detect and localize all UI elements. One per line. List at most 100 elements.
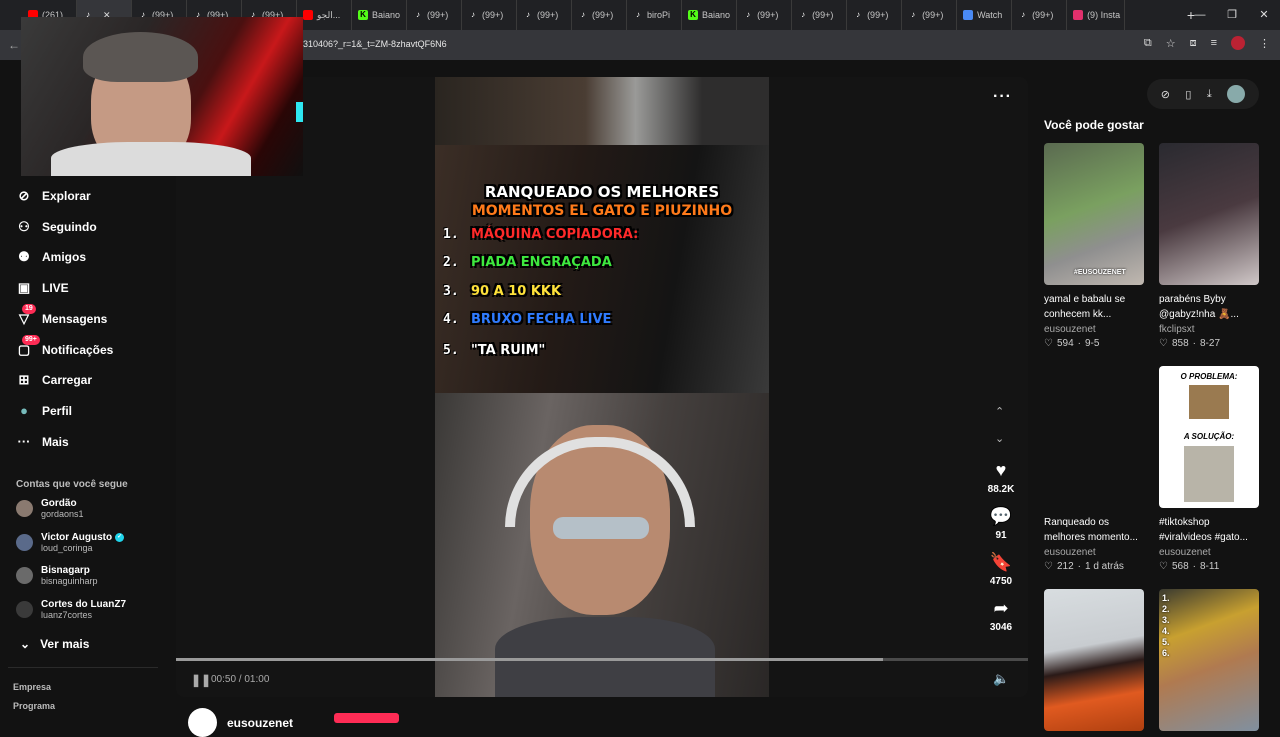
bookmark-star-icon[interactable]: ☆ bbox=[1166, 37, 1176, 50]
next-video-icon[interactable]: ⌄ bbox=[995, 432, 1004, 445]
recommended-video[interactable]: parabéns Byby @gabyz!nha 🧸... fkclipsxt ♡ 8… bbox=[1159, 143, 1259, 349]
sidebar-item-perfil[interactable]: ● Perfil bbox=[16, 403, 72, 419]
footer-link-programa[interactable]: Programa bbox=[13, 701, 55, 711]
recommended-video[interactable]: O PROBLEMA: A SOLUÇÃO: #tiktokshop #viralv… bbox=[1159, 366, 1259, 572]
video-frame[interactable]: RANQUEADO OS MELHORES MOMENTOS EL GATO E… bbox=[435, 77, 769, 697]
recommended-video[interactable]: #EUSOUZENET yamal e babalu se conhecem kk… bbox=[1044, 143, 1144, 349]
video-title[interactable]: parabéns Byby @gabyz!nha 🧸... bbox=[1159, 292, 1259, 322]
browser-tab[interactable]: ♪ (99+) bbox=[737, 0, 793, 30]
extensions-icon[interactable]: ⧈ bbox=[1190, 37, 1197, 50]
tiktok-icon: ♪ bbox=[416, 10, 421, 19]
video-thumbnail[interactable] bbox=[1044, 589, 1144, 731]
video-author[interactable]: eusouzenet bbox=[1044, 324, 1144, 335]
followed-account[interactable]: Gordão gordaons1 bbox=[16, 498, 84, 519]
browser-tab[interactable]: ♪ (99+) bbox=[517, 0, 573, 30]
sidebar-item-label: Notificações bbox=[42, 342, 114, 357]
recommended-video[interactable]: 1. 2. 3. 4. 5. 6. bbox=[1159, 589, 1259, 731]
tab-label: Baiano bbox=[372, 10, 401, 20]
browser-tab[interactable]: (9) Insta bbox=[1067, 0, 1126, 30]
author-avatar[interactable] bbox=[188, 708, 217, 737]
video-title[interactable]: yamal e babalu se conhecem kk... bbox=[1044, 292, 1144, 322]
follow-button[interactable] bbox=[334, 713, 399, 723]
install-app-icon[interactable]: ⧉ bbox=[1144, 37, 1152, 50]
tiktok-icon: ♪ bbox=[471, 10, 476, 19]
phone-icon[interactable]: ▯ bbox=[1185, 88, 1191, 101]
tab-label: (99+) bbox=[482, 10, 504, 20]
media-control-icon[interactable]: ≡ bbox=[1211, 37, 1217, 49]
like-count: 88.2K bbox=[987, 484, 1015, 495]
sidebar-item-mais[interactable]: ··· Mais bbox=[16, 434, 69, 450]
compass-icon[interactable]: ⊘ bbox=[1161, 88, 1170, 101]
sidebar-item-seguindo[interactable]: ⚇ Seguindo bbox=[16, 219, 97, 235]
video-thumbnail[interactable]: #EUSOUZENET bbox=[1044, 143, 1144, 285]
ranking-number: 3. bbox=[443, 284, 459, 299]
sidebar-item-live[interactable]: ▣ LIVE bbox=[16, 280, 69, 296]
browser-tab[interactable]: ♪ (99+) bbox=[902, 0, 958, 30]
sidebar-item-carregar[interactable]: ⊞ Carregar bbox=[16, 372, 92, 388]
browser-tab[interactable]: ♪ (99+) bbox=[792, 0, 848, 30]
browser-tab[interactable]: الجو... bbox=[297, 0, 352, 30]
footer-link-empresa[interactable]: Empresa bbox=[13, 682, 51, 692]
followed-account[interactable]: Bisnagarp bisnaguinharp bbox=[16, 565, 98, 586]
tiktok-icon: ♪ bbox=[911, 10, 916, 19]
like-button[interactable]: ♥ 88.2K bbox=[984, 460, 1018, 495]
browser-tab[interactable]: ♪ biroPi bbox=[627, 0, 683, 30]
sidebar-item-notificaes[interactable]: ▢ 99+ Notificações bbox=[16, 334, 114, 358]
post-date: 8-27 bbox=[1200, 338, 1221, 349]
sidebar-item-amigos[interactable]: ⚉ Amigos bbox=[16, 249, 86, 265]
video-thumbnail[interactable] bbox=[1044, 366, 1144, 508]
browser-tab[interactable]: ♪ (99+) bbox=[462, 0, 518, 30]
browser-tab[interactable]: K Baiano bbox=[682, 0, 738, 30]
see-more-button[interactable]: ⌄ Ver mais bbox=[20, 637, 89, 651]
user-avatar[interactable] bbox=[1227, 85, 1246, 103]
browser-tab[interactable]: ♪ (99+) bbox=[1012, 0, 1068, 30]
recommended-video[interactable] bbox=[1044, 589, 1144, 731]
heart-icon: ♡ bbox=[1044, 561, 1053, 572]
more-options-icon[interactable]: ··· bbox=[993, 88, 1012, 106]
author-row[interactable]: eusouzenet bbox=[188, 708, 293, 737]
restore-button[interactable]: ❐ bbox=[1216, 0, 1248, 30]
video-author[interactable]: eusouzenet bbox=[1159, 547, 1259, 558]
sidebar-item-explorar[interactable]: ⊘ Explorar bbox=[16, 188, 91, 204]
minimize-button[interactable]: — bbox=[1184, 0, 1216, 30]
close-window-button[interactable]: ✕ bbox=[1248, 0, 1280, 30]
ranking-item: 3. 90 A 10 KKK bbox=[443, 284, 561, 299]
video-thumbnail[interactable]: O PROBLEMA: A SOLUÇÃO: bbox=[1159, 366, 1259, 508]
save-button[interactable]: 🔖 4750 bbox=[984, 552, 1018, 587]
avatar bbox=[16, 601, 33, 619]
browser-tab[interactable]: K Baiano bbox=[352, 0, 408, 30]
pause-icon[interactable]: ❚❚ bbox=[191, 673, 211, 687]
tab-label: (99+) bbox=[757, 10, 779, 20]
like-count: 858 bbox=[1171, 338, 1189, 349]
author-name[interactable]: eusouzenet bbox=[227, 716, 293, 730]
sidebar-item-mensagens[interactable]: ▽ 19 Mensagens bbox=[16, 303, 107, 327]
video-title[interactable]: Ranqueado os melhores momento... bbox=[1044, 515, 1144, 545]
ranking-item: 2. PIADA ENGRAÇADA bbox=[443, 255, 612, 270]
browser-tab[interactable]: ♪ (99+) bbox=[407, 0, 463, 30]
followed-account[interactable]: Victor Augusto ✓ loud_coringa bbox=[16, 532, 125, 553]
browser-menu-icon[interactable]: ⋮ bbox=[1259, 37, 1270, 50]
recommended-video[interactable]: Ranqueado os melhores momento... eusouzen… bbox=[1044, 366, 1144, 572]
video-author[interactable]: eusouzenet bbox=[1044, 547, 1144, 558]
comment-button[interactable]: 💬 91 bbox=[984, 506, 1018, 541]
more-icon: ··· bbox=[17, 434, 31, 450]
video-title[interactable]: #tiktokshop #viralvideos #gato... bbox=[1159, 515, 1259, 545]
avatar bbox=[16, 500, 33, 517]
previous-video-icon[interactable]: ⌃ bbox=[995, 405, 1004, 418]
followed-account[interactable]: Cortes do LuanZ7 luanz7cortes bbox=[16, 599, 126, 620]
video-thumbnail[interactable]: 1. 2. 3. 4. 5. 6. bbox=[1159, 589, 1259, 731]
profile-avatar[interactable] bbox=[1231, 36, 1245, 50]
tiktok-icon: ♪ bbox=[746, 10, 751, 19]
share-button[interactable]: ➦ 3046 bbox=[984, 598, 1018, 633]
download-icon[interactable]: ⤓ bbox=[1207, 88, 1212, 101]
video-author[interactable]: fkclipsxt bbox=[1159, 324, 1259, 335]
browser-tab[interactable]: ♪ (99+) bbox=[572, 0, 628, 30]
youtube-icon bbox=[303, 10, 313, 20]
volume-icon[interactable]: 🔈 bbox=[993, 671, 1009, 687]
progress-bar[interactable] bbox=[176, 658, 1028, 661]
video-thumbnail[interactable] bbox=[1159, 143, 1259, 285]
back-icon[interactable]: ← bbox=[8, 38, 20, 52]
browser-tab[interactable]: Watch bbox=[957, 0, 1013, 30]
address-field[interactable]: 310406?_r=1&_t=ZM-8zhavtQF6N6 bbox=[303, 39, 447, 49]
browser-tab[interactable]: ♪ (99+) bbox=[847, 0, 903, 30]
